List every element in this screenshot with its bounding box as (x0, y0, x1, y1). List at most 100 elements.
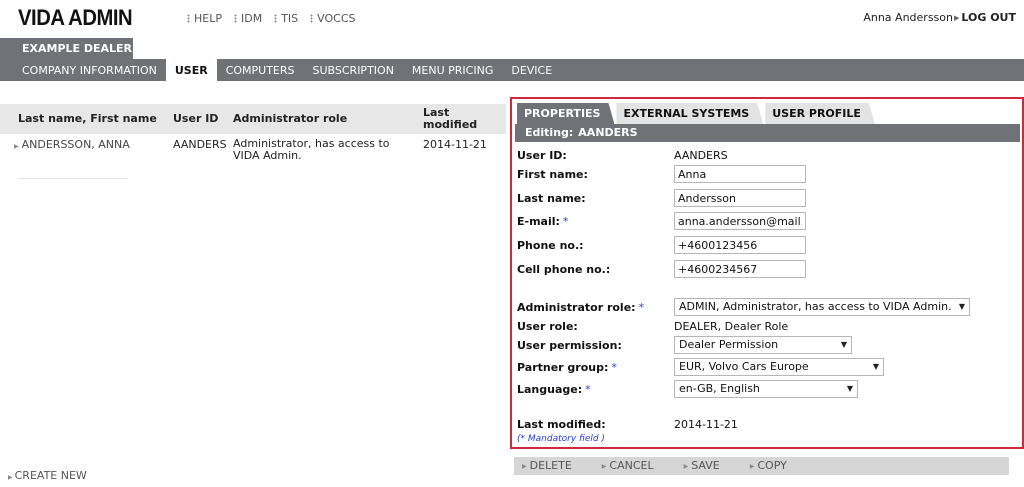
create-new-link[interactable]: ▶ CREATE NEW (8, 469, 87, 482)
admin-role-select[interactable]: ADMIN, Administrator, has access to VIDA… (674, 298, 970, 316)
email-label: E-mail: * (517, 215, 568, 228)
tab-properties[interactable]: PROPERTIES (517, 103, 614, 124)
arrow-right-icon: ▶ (953, 13, 960, 22)
language-selected: en-GB, English (679, 382, 760, 395)
main-nav: COMPANY INFORMATION USER COMPUTERS SUBSC… (0, 59, 1024, 81)
admin-role-label: Administrator role: * (517, 301, 644, 314)
cell-last-modified: 2014-11-21 (423, 138, 487, 151)
table-row[interactable]: ▶ ANDERSSON, ANNA AANDERS Administrator, … (0, 134, 506, 162)
editing-bar: Editing: AANDERS (515, 124, 1020, 142)
language-label: Language: * (517, 383, 591, 396)
column-header-user-id[interactable]: User ID (168, 104, 228, 134)
save-button[interactable]: ▶ SAVE (684, 457, 720, 475)
tab-user-profile[interactable]: USER PROFILE (765, 103, 875, 124)
last-name-label: Last name: (517, 192, 586, 205)
tab-external-systems[interactable]: EXTERNAL SYSTEMS (616, 103, 763, 124)
language-label-text: Language: (517, 383, 583, 396)
user-id-label: User ID: (517, 149, 567, 162)
last-modified-value: 2014-11-21 (674, 418, 738, 431)
grip-icon (310, 14, 314, 23)
grip-icon (274, 14, 278, 23)
tab-computers[interactable]: COMPUTERS (217, 59, 304, 81)
user-box: Anna Andersson ▶ LOG OUT (863, 11, 1016, 24)
tis-link-label: TIS (281, 12, 299, 25)
editing-label: Editing: (525, 126, 574, 139)
triangle-right-icon: ▶ (601, 463, 607, 470)
triangle-right-icon: ▶ (8, 474, 13, 481)
idm-link[interactable]: IDM (233, 12, 263, 25)
chevron-down-icon: ▼ (872, 362, 879, 371)
admin-role-selected: ADMIN, Administrator, has access to VIDA… (679, 300, 952, 313)
triangle-right-icon: ▶ (683, 463, 689, 470)
triangle-right-icon: ▶ (749, 463, 755, 470)
cell-phone-field[interactable] (674, 260, 806, 278)
partner-group-selected: EUR, Volvo Cars Europe (679, 360, 809, 373)
last-modified-label: Last modified: (517, 418, 606, 431)
user-permission-select[interactable]: Dealer Permission ▼ (674, 336, 852, 354)
email-label-text: E-mail: (517, 215, 560, 228)
help-link-label: HELP (194, 12, 222, 25)
user-permission-selected: Dealer Permission (679, 338, 779, 351)
required-star: * (638, 301, 645, 314)
partner-group-label: Partner group: * (517, 361, 617, 374)
partner-group-select[interactable]: EUR, Volvo Cars Europe ▼ (674, 358, 884, 376)
copy-label: COPY (757, 459, 787, 472)
delete-label: DELETE (529, 459, 572, 472)
action-bar: ▶ DELETE ▶ CANCEL ▶ SAVE ▶ COPY (514, 457, 1009, 475)
save-label: SAVE (691, 459, 720, 472)
required-star: * (611, 361, 617, 374)
idm-link-label: IDM (240, 12, 263, 25)
tab-device[interactable]: DEVICE (502, 59, 561, 81)
top-links: HELP IDM TIS VOCCS (187, 12, 356, 25)
logout-link[interactable]: LOG OUT (961, 11, 1016, 24)
triangle-right-icon: ▶ (522, 463, 527, 470)
tab-subscription[interactable]: SUBSCRIPTION (304, 59, 403, 81)
delete-button[interactable]: ▶ DELETE (522, 457, 572, 475)
tab-company-information[interactable]: COMPANY INFORMATION (0, 59, 166, 81)
language-select[interactable]: en-GB, English ▼ (674, 380, 858, 398)
admin-role-label-text: Administrator role: (517, 301, 636, 314)
cell-user-id: AANDERS (173, 138, 227, 151)
cell-phone-label: Cell phone no.: (517, 263, 611, 276)
cancel-label: CANCEL (609, 459, 654, 472)
tab-menu-pricing[interactable]: MENU PRICING (403, 59, 502, 81)
phone-field[interactable] (674, 236, 806, 254)
email-field[interactable] (674, 212, 806, 230)
cell-name: ▶ ANDERSSON, ANNA (0, 138, 168, 162)
editing-user: AANDERS (578, 126, 638, 139)
help-link[interactable]: HELP (187, 12, 222, 25)
mandatory-note: (* Mandatory field ) (517, 434, 605, 444)
user-role-value: DEALER, Dealer Role (674, 320, 789, 333)
partner-group-label-text: Partner group: (517, 361, 609, 374)
required-star: * (562, 215, 569, 228)
user-name: Anna Andersson (863, 11, 953, 24)
tis-link[interactable]: TIS (274, 12, 298, 25)
chevron-down-icon: ▼ (846, 384, 853, 393)
user-role-label: User role: (517, 320, 578, 333)
column-header-admin-role[interactable]: Administrator role (228, 104, 418, 134)
cell-admin-role: Administrator, has access to VIDA Admin. (233, 137, 390, 162)
triangle-right-icon: ▶ (14, 143, 19, 150)
first-name-field[interactable] (674, 165, 806, 183)
voccs-link[interactable]: VOCCS (310, 12, 356, 25)
voccs-link-label: VOCCS (317, 12, 356, 25)
grip-icon (233, 14, 237, 23)
table-header: Last name, First name User ID Administra… (0, 104, 506, 134)
chevron-down-icon: ▼ (958, 302, 965, 311)
tab-user[interactable]: USER (165, 59, 217, 81)
user-edit-panel: PROPERTIES EXTERNAL SYSTEMS USER PROFILE… (510, 97, 1024, 449)
app-logo: VIDA ADMIN (18, 5, 133, 30)
row-divider (18, 178, 128, 179)
copy-button[interactable]: ▶ COPY (750, 457, 787, 475)
grip-icon (187, 14, 190, 23)
cancel-button[interactable]: ▶ CANCEL (602, 457, 654, 475)
cell-name-text: ANDERSSON, ANNA (21, 138, 130, 151)
create-new-label: CREATE NEW (14, 469, 87, 482)
first-name-label: First name: (517, 168, 588, 181)
column-header-name[interactable]: Last name, First name (0, 104, 168, 134)
phone-label: Phone no.: (517, 239, 584, 252)
chevron-down-icon: ▼ (840, 340, 847, 349)
users-table: Last name, First name User ID Administra… (0, 104, 506, 179)
last-name-field[interactable] (674, 189, 806, 207)
column-header-last-modified[interactable]: Last modified (418, 104, 506, 134)
